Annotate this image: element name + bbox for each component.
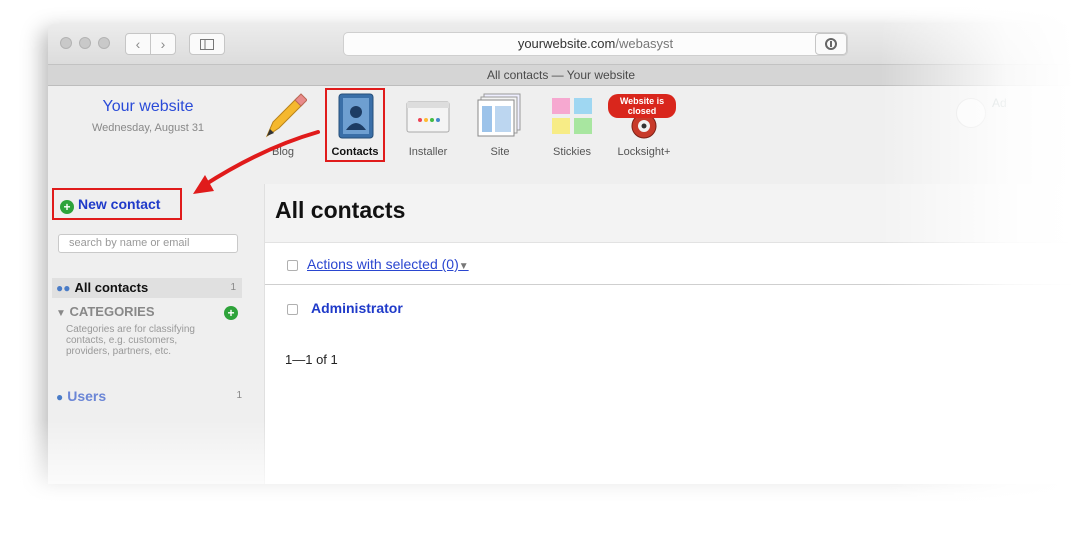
annotation-arrow (193, 130, 320, 194)
